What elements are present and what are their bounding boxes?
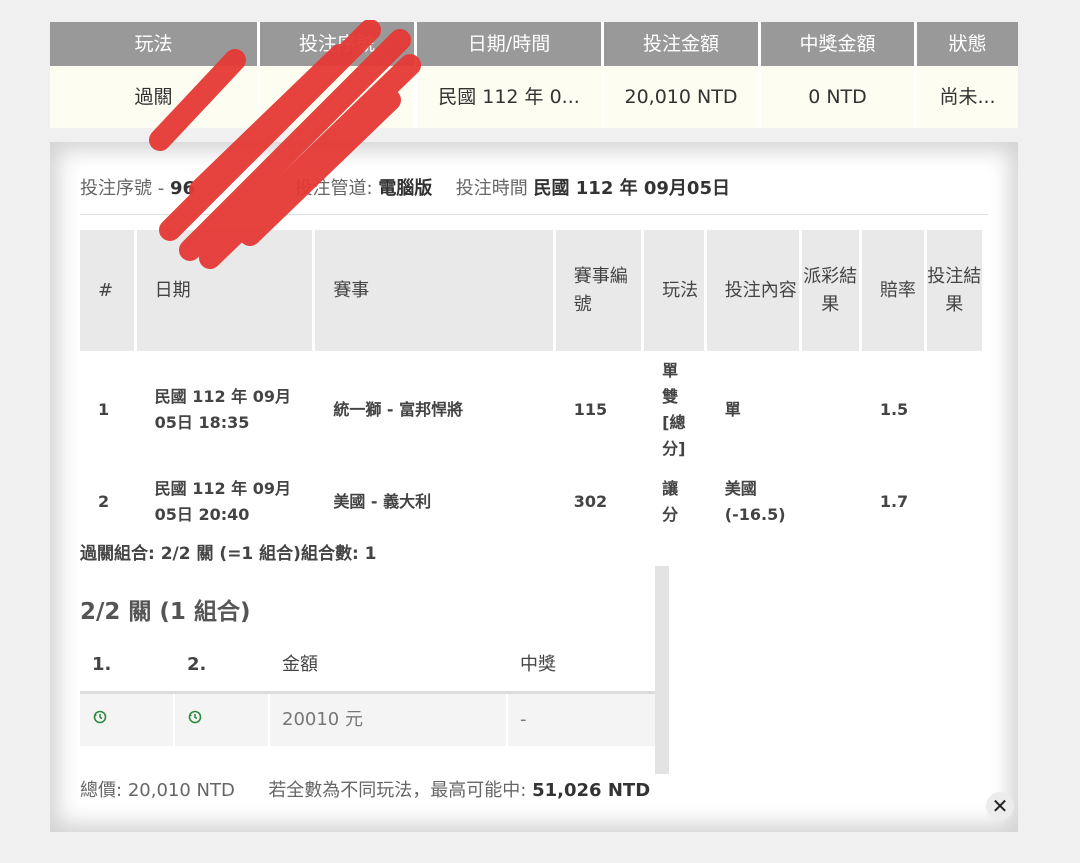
table-row: 2 民國 112 年 09月 05日 20:40 美國 - 義大利 302 讓分…	[80, 469, 982, 535]
legs-header-payout: 派彩結果	[801, 230, 859, 351]
table-row: 1 民國 112 年 09月 05日 18:35 統一獅 - 富邦悍將 115 …	[80, 351, 982, 469]
bet-meta-line: 投注序號 - 96 投注管道: 電腦版 投注時間 民國 112 年 09月05日	[80, 174, 730, 200]
leg-odds: 1.5	[879, 400, 909, 419]
summary-header-stake: 投注金額	[604, 22, 761, 66]
leg-play: 讓分	[662, 479, 679, 524]
leg-date: 民國 112 年 09月 05日 20:40	[154, 479, 292, 524]
combination-section: 2/2 關 (1 組合) 1. 2. 金額 中獎 20010 元 -	[80, 566, 670, 776]
summary-play: 過關	[50, 66, 260, 128]
combo-header-leg2: 2.	[187, 654, 207, 675]
pending-clock-icon	[187, 694, 203, 746]
summary-header-datetime: 日期/時間	[417, 22, 604, 66]
combo-leg1-status	[80, 694, 175, 746]
pending-clock-icon	[92, 694, 108, 746]
summary-status: 尚未...	[917, 66, 1018, 128]
leg-no: 1	[98, 400, 110, 419]
summary-header-serial: 投注序號	[260, 22, 417, 66]
leg-match: 美國 - 義大利	[333, 492, 432, 511]
summary-serial	[260, 66, 417, 128]
bet-time-value: 民國 112 年 09月05日	[533, 178, 730, 199]
leg-play: 單雙[總分]	[662, 361, 686, 458]
leg-result	[927, 469, 982, 535]
legs-header-date: 日期	[136, 230, 313, 351]
combo-header-win: 中獎	[520, 654, 556, 675]
summary-stake: 20,010 NTD	[604, 66, 761, 128]
max-win-label: 若全數為不同玩法，最高可能中:	[268, 780, 527, 801]
bet-summary-table: 玩法 投注序號 日期/時間 投注金額 中獎金額 狀態 過關 民國 112 年 0…	[50, 22, 1018, 128]
summary-header-row: 玩法 投注序號 日期/時間 投注金額 中獎金額 狀態	[50, 22, 1018, 66]
leg-payout	[802, 351, 859, 469]
leg-no: 2	[98, 492, 110, 511]
legs-header-result: 投注結果	[926, 230, 982, 351]
leg-payout	[802, 469, 859, 535]
serial-sep: -	[157, 178, 165, 199]
combo-header-leg1: 1.	[92, 654, 112, 675]
serial-value: 96	[169, 178, 196, 199]
bet-time-label: 投注時間	[455, 178, 528, 199]
legs-header-event-no: 賽事編號	[555, 230, 642, 351]
divider	[80, 214, 988, 215]
summary-header-win: 中獎金額	[761, 22, 917, 66]
combo-header-amount: 金額	[282, 654, 318, 675]
max-win-value: 51,026 NTD	[532, 780, 651, 801]
leg-event-no: 302	[573, 492, 608, 511]
combination-table: 1. 2. 金額 中獎 20010 元 -	[80, 644, 655, 746]
combination-header-row: 1. 2. 金額 中獎	[80, 644, 655, 694]
combo-leg2-status	[175, 694, 270, 746]
combo-amount: 20010 元	[270, 694, 508, 746]
leg-event-no: 115	[573, 400, 608, 419]
summary-header-status: 狀態	[917, 22, 1018, 66]
legs-header-play: 玩法	[644, 230, 704, 351]
leg-date: 民國 112 年 09月 05日 18:35	[154, 387, 292, 432]
leg-match: 統一獅 - 富邦悍將	[333, 400, 464, 419]
summary-win: 0 NTD	[761, 66, 917, 128]
summary-data-row[interactable]: 過關 民國 112 年 0... 20,010 NTD 0 NTD 尚未...	[50, 66, 1018, 128]
leg-pick: 單	[724, 400, 741, 419]
channel-label: 投注管道:	[294, 178, 373, 199]
total-value: 20,010 NTD	[127, 780, 235, 801]
scrollbar[interactable]	[655, 566, 669, 774]
leg-odds: 1.7	[879, 492, 909, 511]
parlay-combination-line: 過關組合: 2/2 關 (=1 組合)組合數: 1	[80, 544, 377, 564]
total-label: 總價:	[80, 780, 123, 801]
legs-header-pick: 投注內容	[706, 230, 799, 351]
leg-pick: 美國 (-16.5)	[724, 479, 786, 524]
serial-label: 投注序號	[80, 178, 152, 199]
channel-value: 電腦版	[378, 178, 433, 199]
summary-datetime: 民國 112 年 0...	[417, 66, 604, 128]
legs-table: # 日期 賽事 賽事編號 玩法 投注內容 派彩結果 賠率 投注結果 1 民國 1…	[77, 230, 985, 535]
table-row: 20010 元 -	[80, 694, 655, 746]
close-button[interactable]: ✕	[986, 792, 1014, 820]
legs-header-match: 賽事	[315, 230, 553, 351]
combination-title: 2/2 關 (1 組合)	[80, 599, 251, 625]
summary-header-play: 玩法	[50, 22, 260, 66]
legs-header-row: # 日期 賽事 賽事編號 玩法 投注內容 派彩結果 賠率 投注結果	[80, 230, 982, 351]
legs-header-no: #	[80, 230, 134, 351]
combo-win: -	[520, 709, 527, 730]
bet-detail-panel: 投注序號 - 96 投注管道: 電腦版 投注時間 民國 112 年 09月05日…	[50, 142, 1018, 832]
totals-line: 總價: 20,010 NTD 若全數為不同玩法，最高可能中: 51,026 NT…	[80, 776, 650, 802]
legs-header-odds: 賠率	[861, 230, 924, 351]
leg-result	[927, 351, 982, 469]
